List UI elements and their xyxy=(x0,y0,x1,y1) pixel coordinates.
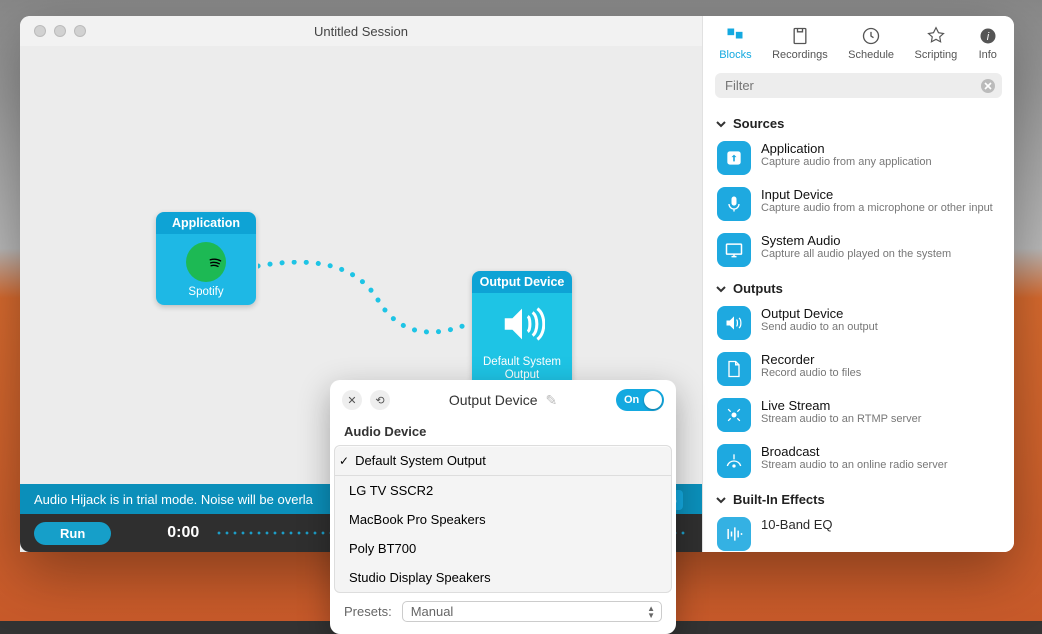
tab-label: Schedule xyxy=(848,49,894,61)
tab-label: Recordings xyxy=(772,49,828,61)
section-label: Outputs xyxy=(733,281,783,296)
titlebar: Untitled Session xyxy=(20,16,702,46)
block-header: Application xyxy=(156,212,256,234)
output-device-popover: ✕ ⟲ Output Device ✎ On Audio Device Defa… xyxy=(330,380,676,634)
lib-item-application[interactable]: Application Capture audio from any appli… xyxy=(713,135,1004,181)
tab-schedule[interactable]: Schedule xyxy=(848,26,894,61)
speaker-icon xyxy=(499,301,545,352)
device-option-lg[interactable]: LG TV SSCR2 xyxy=(335,476,671,505)
lib-item-title: Input Device xyxy=(761,187,993,202)
tab-label: Blocks xyxy=(719,49,751,61)
presets-label: Presets: xyxy=(344,604,392,619)
display-icon xyxy=(717,233,751,267)
lib-item-title: Broadcast xyxy=(761,444,948,459)
lib-item-title: 10-Band EQ xyxy=(761,517,833,532)
tab-blocks[interactable]: Blocks xyxy=(719,26,751,61)
lib-item-desc: Capture audio from a microphone or other… xyxy=(761,202,993,215)
filter-input[interactable] xyxy=(715,73,1002,98)
section-outputs[interactable]: Outputs xyxy=(713,273,1004,300)
device-option-default[interactable]: Default System Output xyxy=(335,446,671,475)
section-label: Sources xyxy=(733,116,784,131)
block-output-device[interactable]: Output Device Default System Output xyxy=(472,271,572,388)
lib-item-desc: Send audio to an output xyxy=(761,321,878,334)
close-popover-button[interactable]: ✕ xyxy=(342,390,362,410)
lib-item-recorder[interactable]: Recorder Record audio to files xyxy=(713,346,1004,392)
library-tabs: Blocks Recordings Schedule Scripting i I… xyxy=(703,16,1014,67)
trial-banner-text: Audio Hijack is in trial mode. Noise wil… xyxy=(34,492,313,507)
microphone-icon xyxy=(717,187,751,221)
lib-item-input-device[interactable]: Input Device Capture audio from a microp… xyxy=(713,181,1004,227)
lib-item-output-device[interactable]: Output Device Send audio to an output xyxy=(713,300,1004,346)
block-application[interactable]: Application Spotify xyxy=(156,212,256,305)
session-timer: 0:00 xyxy=(167,524,199,542)
tab-label: Scripting xyxy=(915,49,958,61)
lib-item-live-stream[interactable]: Live Stream Stream audio to an RTMP serv… xyxy=(713,392,1004,438)
tab-recordings[interactable]: Recordings xyxy=(772,26,828,61)
device-option-mbp[interactable]: MacBook Pro Speakers xyxy=(335,505,671,534)
lib-item-title: Live Stream xyxy=(761,398,921,413)
tab-info[interactable]: i Info xyxy=(978,26,998,61)
lib-item-title: Output Device xyxy=(761,306,878,321)
broadcast-icon xyxy=(717,444,751,478)
block-sublabel: Default System Output xyxy=(483,356,561,382)
clear-filter-icon[interactable] xyxy=(980,78,996,94)
lib-item-10band-eq[interactable]: 10-Band EQ xyxy=(713,511,1004,552)
lib-item-desc: Record audio to files xyxy=(761,367,861,380)
library-list[interactable]: Sources Application Capture audio from a… xyxy=(703,104,1014,552)
block-header: Output Device xyxy=(472,271,572,293)
audio-device-dropdown[interactable]: Default System Output LG TV SSCR2 MacBoo… xyxy=(334,445,672,593)
tab-scripting[interactable]: Scripting xyxy=(915,26,958,61)
audio-device-label: Audio Device xyxy=(330,420,676,445)
connector-path xyxy=(258,260,473,340)
eq-icon xyxy=(717,517,751,551)
library-panel: Blocks Recordings Schedule Scripting i I… xyxy=(702,16,1014,552)
window-title: Untitled Session xyxy=(20,24,702,39)
lib-item-desc: Stream audio to an online radio server xyxy=(761,459,948,472)
lib-item-desc: Stream audio to an RTMP server xyxy=(761,413,921,426)
file-icon xyxy=(717,352,751,386)
lib-item-title: Recorder xyxy=(761,352,861,367)
lib-item-desc: Capture audio from any application xyxy=(761,156,932,169)
section-sources[interactable]: Sources xyxy=(713,108,1004,135)
speaker-icon xyxy=(717,306,751,340)
presets-value: Manual xyxy=(411,604,454,619)
block-enable-toggle[interactable]: On xyxy=(616,389,664,411)
lib-item-title: System Audio xyxy=(761,233,951,248)
lib-item-system-audio[interactable]: System Audio Capture all audio played on… xyxy=(713,227,1004,273)
tab-label: Info xyxy=(979,49,997,61)
live-stream-icon xyxy=(717,398,751,432)
edit-title-icon[interactable]: ✎ xyxy=(545,392,557,408)
spotify-icon xyxy=(186,242,226,282)
stepper-icon: ▲▼ xyxy=(647,605,655,619)
toggle-label: On xyxy=(624,394,639,406)
application-icon xyxy=(717,141,751,175)
reset-popover-button[interactable]: ⟲ xyxy=(370,390,390,410)
lib-item-title: Application xyxy=(761,141,932,156)
lib-item-desc: Capture all audio played on the system xyxy=(761,248,951,261)
block-sublabel: Spotify xyxy=(188,286,223,299)
run-button[interactable]: Run xyxy=(34,522,111,545)
device-option-poly[interactable]: Poly BT700 xyxy=(335,534,671,563)
section-label: Built-In Effects xyxy=(733,492,825,507)
presets-select[interactable]: Manual ▲▼ xyxy=(402,601,662,622)
section-effects[interactable]: Built-In Effects xyxy=(713,484,1004,511)
lib-item-broadcast[interactable]: Broadcast Stream audio to an online radi… xyxy=(713,438,1004,484)
device-option-studio[interactable]: Studio Display Speakers xyxy=(335,563,671,592)
